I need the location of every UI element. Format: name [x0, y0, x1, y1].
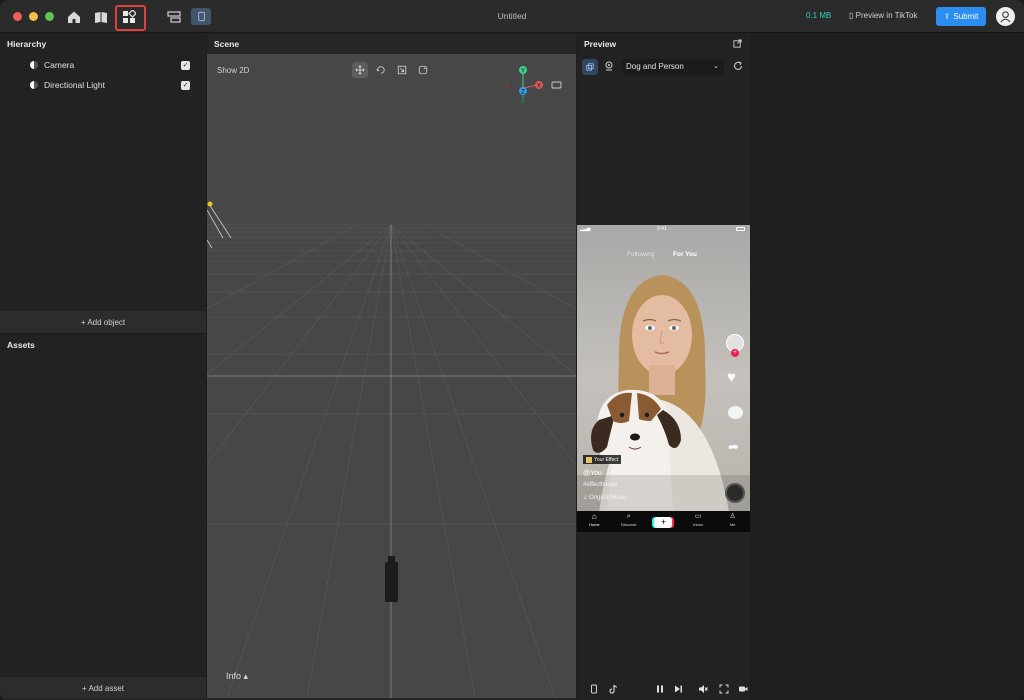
- caption-username: @You: [583, 470, 602, 477]
- hierarchy-item-label: Camera: [44, 60, 75, 70]
- caption-music-label: Original Music: [589, 495, 628, 501]
- home-icon: ⌂: [591, 512, 597, 521]
- hierarchy-item-camera[interactable]: Camera ✓: [0, 56, 206, 74]
- preview-toolbar: Dog and Person ⌄: [577, 56, 750, 80]
- pause-icon[interactable]: [654, 683, 666, 695]
- nav-create: +: [646, 512, 681, 532]
- book-icon[interactable]: [92, 8, 110, 26]
- profile-icon: ♙: [729, 513, 736, 520]
- hierarchy-panel: Hierarchy Camera ✓ Directional Light ✓ +…: [0, 34, 206, 333]
- orientation-gizmo[interactable]: Y X Z: [500, 64, 570, 114]
- project-size: 0.1 MB: [806, 11, 832, 20]
- follow-plus-icon: +: [731, 349, 739, 357]
- nav-me: ♙ Me: [715, 512, 750, 532]
- comment-icon: [728, 406, 743, 419]
- home-icon[interactable]: [65, 8, 83, 26]
- search-icon: ⌕: [626, 513, 631, 520]
- preview-panel: Preview Dog and Person ⌄ ▂▃▅ 9:41 Follow…: [577, 34, 750, 700]
- rotate-tool-icon[interactable]: [373, 62, 389, 78]
- zoom-window-button[interactable]: [45, 12, 54, 21]
- minimize-window-button[interactable]: [29, 12, 38, 21]
- phone-bottom-nav: ⌂ Home ⌕ Discover + ▭ Inbox ♙ Me: [577, 512, 750, 532]
- add-asset-button[interactable]: + Add asset: [0, 677, 206, 699]
- phone-icon: ▯: [849, 11, 856, 20]
- empty-area: [751, 34, 1024, 700]
- scale-tool-icon[interactable]: [394, 62, 410, 78]
- external-link-icon[interactable]: [733, 39, 743, 49]
- app-window: Untitled 0.1 MB ▯ Preview in TikTok ⇪ Sub…: [0, 0, 1024, 700]
- add-object-button[interactable]: + Add object: [0, 311, 206, 333]
- gizmo-x-label: X: [537, 84, 541, 90]
- device-preview-button[interactable]: [191, 8, 211, 25]
- caption-music: ♫ Original Music: [583, 495, 627, 501]
- nav-inbox-label: Inbox: [693, 522, 703, 527]
- effect-icon: [586, 456, 592, 463]
- preview-in-tiktok-label: Preview in TikTok: [855, 11, 918, 20]
- tab-following: Following: [627, 251, 655, 258]
- assets-panel: Assets + Add asset: [0, 335, 206, 700]
- title-bar: Untitled 0.1 MB ▯ Preview in TikTok ⇪ Sub…: [0, 0, 1024, 33]
- scene-panel: Scene Show 2D Y X Z Info ▴: [207, 34, 576, 700]
- info-toggle[interactable]: Info ▴: [226, 671, 248, 682]
- nav-discover-label: Discover: [621, 522, 637, 527]
- scene-viewport[interactable]: Show 2D Y X Z Info ▴: [207, 54, 576, 698]
- heart-icon: ♥: [727, 369, 736, 386]
- share-icon: ➦: [728, 439, 739, 454]
- visibility-checkbox[interactable]: ✓: [181, 80, 190, 90]
- preview-mode-icon[interactable]: [582, 59, 598, 75]
- scene-grid: [207, 201, 576, 698]
- tab-for-you: For You: [673, 251, 697, 258]
- scene-title: Scene: [214, 39, 240, 49]
- phone-preview[interactable]: ▂▃▅ 9:41 Following For You + ♥ ➦ Your Ef…: [577, 225, 750, 532]
- gizmo-y-label: Y: [521, 69, 525, 75]
- object-icon: [30, 61, 38, 69]
- hierarchy-item-label: Directional Light: [44, 80, 105, 90]
- preview-video-select[interactable]: Dog and Person ⌄: [622, 59, 724, 75]
- nav-inbox: ▭ Inbox: [681, 512, 716, 532]
- panel-layout-icon[interactable]: [165, 8, 183, 26]
- upload-icon: ⇪: [943, 12, 951, 21]
- status-time: 9:41: [657, 226, 667, 232]
- inbox-icon: ▭: [694, 513, 702, 520]
- effect-badge-label: Your Effect: [594, 456, 619, 463]
- submit-button[interactable]: ⇪ Submit: [936, 7, 986, 26]
- status-bar: ▂▃▅ 9:41: [577, 226, 750, 234]
- gizmo-z-label: Z: [521, 90, 525, 96]
- mute-icon[interactable]: [697, 683, 709, 695]
- caption-hashtag: #effecthouse: [583, 482, 618, 488]
- record-video-icon[interactable]: [737, 683, 749, 695]
- preview-title: Preview: [584, 39, 617, 49]
- chevron-down-icon: ⌄: [713, 63, 719, 70]
- object-icon: [30, 81, 38, 89]
- tiktok-icon[interactable]: [608, 683, 620, 695]
- show-2d-toggle[interactable]: Show 2D: [217, 66, 249, 75]
- hierarchy-item-directional-light[interactable]: Directional Light ✓: [0, 76, 206, 94]
- effect-badge: Your Effect: [583, 455, 622, 464]
- rect-tool-icon[interactable]: [415, 62, 431, 78]
- window-title: Untitled: [497, 11, 527, 21]
- next-frame-icon[interactable]: [672, 683, 684, 695]
- preview-in-tiktok-button[interactable]: ▯ Preview in TikTok: [849, 11, 917, 20]
- assets-title: Assets: [7, 340, 35, 350]
- music-disc-icon: [725, 483, 745, 503]
- nav-home: ⌂ Home: [577, 512, 612, 532]
- battery-icon: [736, 227, 745, 231]
- hierarchy-title: Hierarchy: [7, 39, 47, 49]
- user-avatar[interactable]: [996, 7, 1015, 26]
- submit-label: Submit: [953, 12, 979, 21]
- nav-home-label: Home: [588, 522, 600, 527]
- preview-video-selected: Dog and Person: [626, 62, 684, 71]
- highlight-box: [115, 5, 146, 31]
- create-plus-icon: +: [654, 516, 673, 528]
- nav-discover: ⌕ Discover: [612, 512, 647, 532]
- nav-me-label: Me: [729, 522, 736, 527]
- close-window-button[interactable]: [13, 12, 22, 21]
- visibility-checkbox[interactable]: ✓: [181, 60, 190, 70]
- fullscreen-icon[interactable]: [718, 683, 730, 695]
- phone-mode-icon[interactable]: [588, 683, 600, 695]
- signal-icon: ▂▃▅: [580, 226, 591, 231]
- webcam-icon[interactable]: [604, 61, 616, 73]
- move-tool-icon[interactable]: [352, 62, 368, 78]
- refresh-icon[interactable]: [733, 61, 745, 73]
